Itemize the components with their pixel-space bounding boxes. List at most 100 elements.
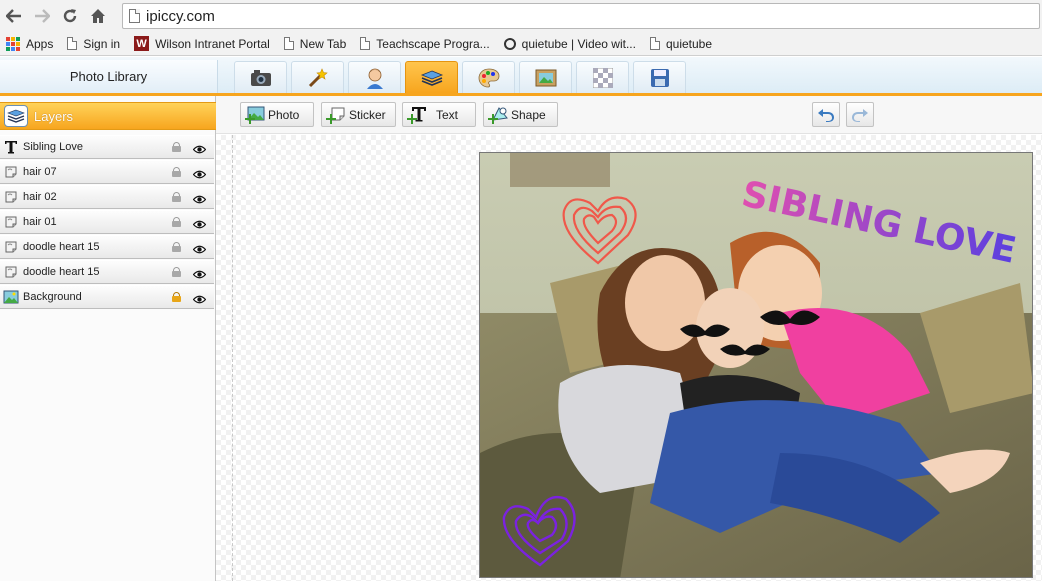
tab-touch-up[interactable] [348, 61, 401, 93]
add-sticker-button[interactable]: Sticker [321, 102, 396, 127]
bookmark-quietube-video[interactable]: quietube | Video wit... [503, 36, 636, 51]
forward-arrow-icon [35, 9, 50, 23]
add-photo-icon [245, 106, 265, 124]
page-icon [283, 37, 294, 50]
editor-toolbar: Photo Sticker Text Shape [216, 96, 1042, 134]
layers-icon [4, 105, 28, 127]
home-button[interactable] [84, 2, 112, 30]
eye-icon[interactable] [192, 193, 207, 203]
layer-row[interactable]: Background [0, 285, 214, 309]
image-icon [3, 289, 19, 305]
lock-icon[interactable] [172, 292, 181, 302]
photo-library-tab[interactable]: Photo Library [0, 60, 218, 93]
layer-label: hair 07 [23, 166, 57, 178]
add-text-label: Text [436, 107, 459, 122]
add-photo-button[interactable]: Photo [240, 102, 314, 127]
tab-paint[interactable] [462, 61, 515, 93]
tab-camera[interactable] [234, 61, 287, 93]
back-button[interactable] [0, 2, 28, 30]
bookmark-apps[interactable]: Apps [6, 36, 53, 51]
photo-canvas[interactable]: SIBLING LOVE [479, 152, 1033, 578]
lock-icon[interactable] [172, 267, 181, 277]
tab-effects[interactable] [291, 61, 344, 93]
eye-icon[interactable] [192, 243, 207, 253]
layer-label: doodle heart 15 [23, 241, 100, 253]
lock-icon[interactable] [172, 242, 181, 252]
eye-icon[interactable] [192, 293, 207, 303]
wilson-logo-icon: W [134, 36, 150, 51]
add-text-button[interactable]: Text [402, 102, 476, 127]
bookmark-label: Wilson Intranet Portal [155, 36, 270, 51]
page-icon [649, 37, 660, 50]
home-icon [91, 9, 105, 23]
save-icon [650, 68, 669, 87]
layer-row[interactable]: hair 02 [0, 185, 214, 209]
tab-layers[interactable] [405, 61, 458, 93]
add-shape-label: Shape [511, 107, 546, 122]
layer-row[interactable]: doodle heart 15 [0, 260, 214, 284]
layer-row[interactable]: doodle heart 15 [0, 235, 214, 259]
photo-image: SIBLING LOVE [480, 153, 1032, 577]
bookmark-new-tab[interactable]: New Tab [283, 36, 347, 51]
layer-row[interactable]: hair 01 [0, 210, 214, 234]
lock-icon[interactable] [172, 142, 181, 152]
layers-panel: Layers Sibling Love hair 07 hair 02 hair 01… [0, 96, 216, 581]
layer-label: Sibling Love [23, 141, 83, 153]
page-icon [67, 37, 78, 50]
lock-icon[interactable] [172, 167, 181, 177]
undo-button[interactable] [812, 102, 840, 127]
bookmark-label: quietube | Video wit... [521, 36, 636, 51]
canvas-guide-line [232, 135, 233, 581]
eye-icon[interactable] [192, 218, 207, 228]
quietube-circle-icon [503, 37, 516, 50]
layers-icon [420, 70, 443, 86]
bookmark-label: Teachscape Progra... [376, 36, 490, 51]
magic-wand-icon [308, 67, 328, 87]
add-text-icon [407, 106, 427, 124]
checker-icon [592, 67, 613, 88]
back-arrow-icon [6, 9, 21, 23]
redo-button[interactable] [846, 102, 874, 127]
palette-icon [478, 68, 499, 87]
page-icon [360, 37, 371, 50]
layer-label: doodle heart 15 [23, 266, 100, 278]
address-bar[interactable]: ipiccy.com [122, 3, 1040, 29]
tab-frames[interactable] [519, 61, 572, 93]
add-shape-button[interactable]: Shape [483, 102, 558, 127]
add-sticker-label: Sticker [349, 107, 386, 122]
eye-icon[interactable] [192, 168, 207, 178]
bookmark-teachscape[interactable]: Teachscape Progra... [360, 36, 490, 51]
person-icon [366, 68, 383, 89]
bookmark-label: New Tab [299, 36, 347, 51]
camera-icon [250, 69, 271, 86]
eye-icon[interactable] [192, 268, 207, 278]
bookmark-label: Sign in [83, 36, 121, 51]
url-text: ipiccy.com [146, 7, 215, 25]
tab-save[interactable] [633, 61, 686, 93]
add-photo-label: Photo [268, 107, 300, 122]
bookmark-label: quietube [665, 36, 713, 51]
sticker-icon [3, 214, 19, 230]
reload-button[interactable] [56, 2, 84, 30]
forward-button[interactable] [28, 2, 56, 30]
sticker-icon [3, 189, 19, 205]
add-shape-icon [488, 106, 508, 124]
apps-grid-icon [6, 36, 20, 51]
sticker-icon [3, 164, 19, 180]
bookmark-wilson-intranet[interactable]: W Wilson Intranet Portal [134, 36, 270, 51]
layer-label: hair 01 [23, 216, 57, 228]
undo-icon [818, 108, 834, 122]
bookmarks-bar: Apps Sign in W Wilson Intranet Portal Ne… [0, 32, 1042, 56]
layers-panel-header: Layers [0, 102, 216, 130]
lock-icon[interactable] [172, 192, 181, 202]
bookmark-sign-in[interactable]: Sign in [67, 37, 120, 51]
tab-textures[interactable] [576, 61, 629, 93]
sticker-icon [3, 264, 19, 280]
layer-row[interactable]: hair 07 [0, 160, 214, 184]
lock-icon[interactable] [172, 217, 181, 227]
bookmark-quietube[interactable]: quietube [649, 36, 713, 51]
redo-icon [852, 108, 868, 122]
eye-icon[interactable] [192, 143, 207, 153]
text-icon [3, 139, 19, 155]
layer-row[interactable]: Sibling Love [0, 135, 214, 159]
